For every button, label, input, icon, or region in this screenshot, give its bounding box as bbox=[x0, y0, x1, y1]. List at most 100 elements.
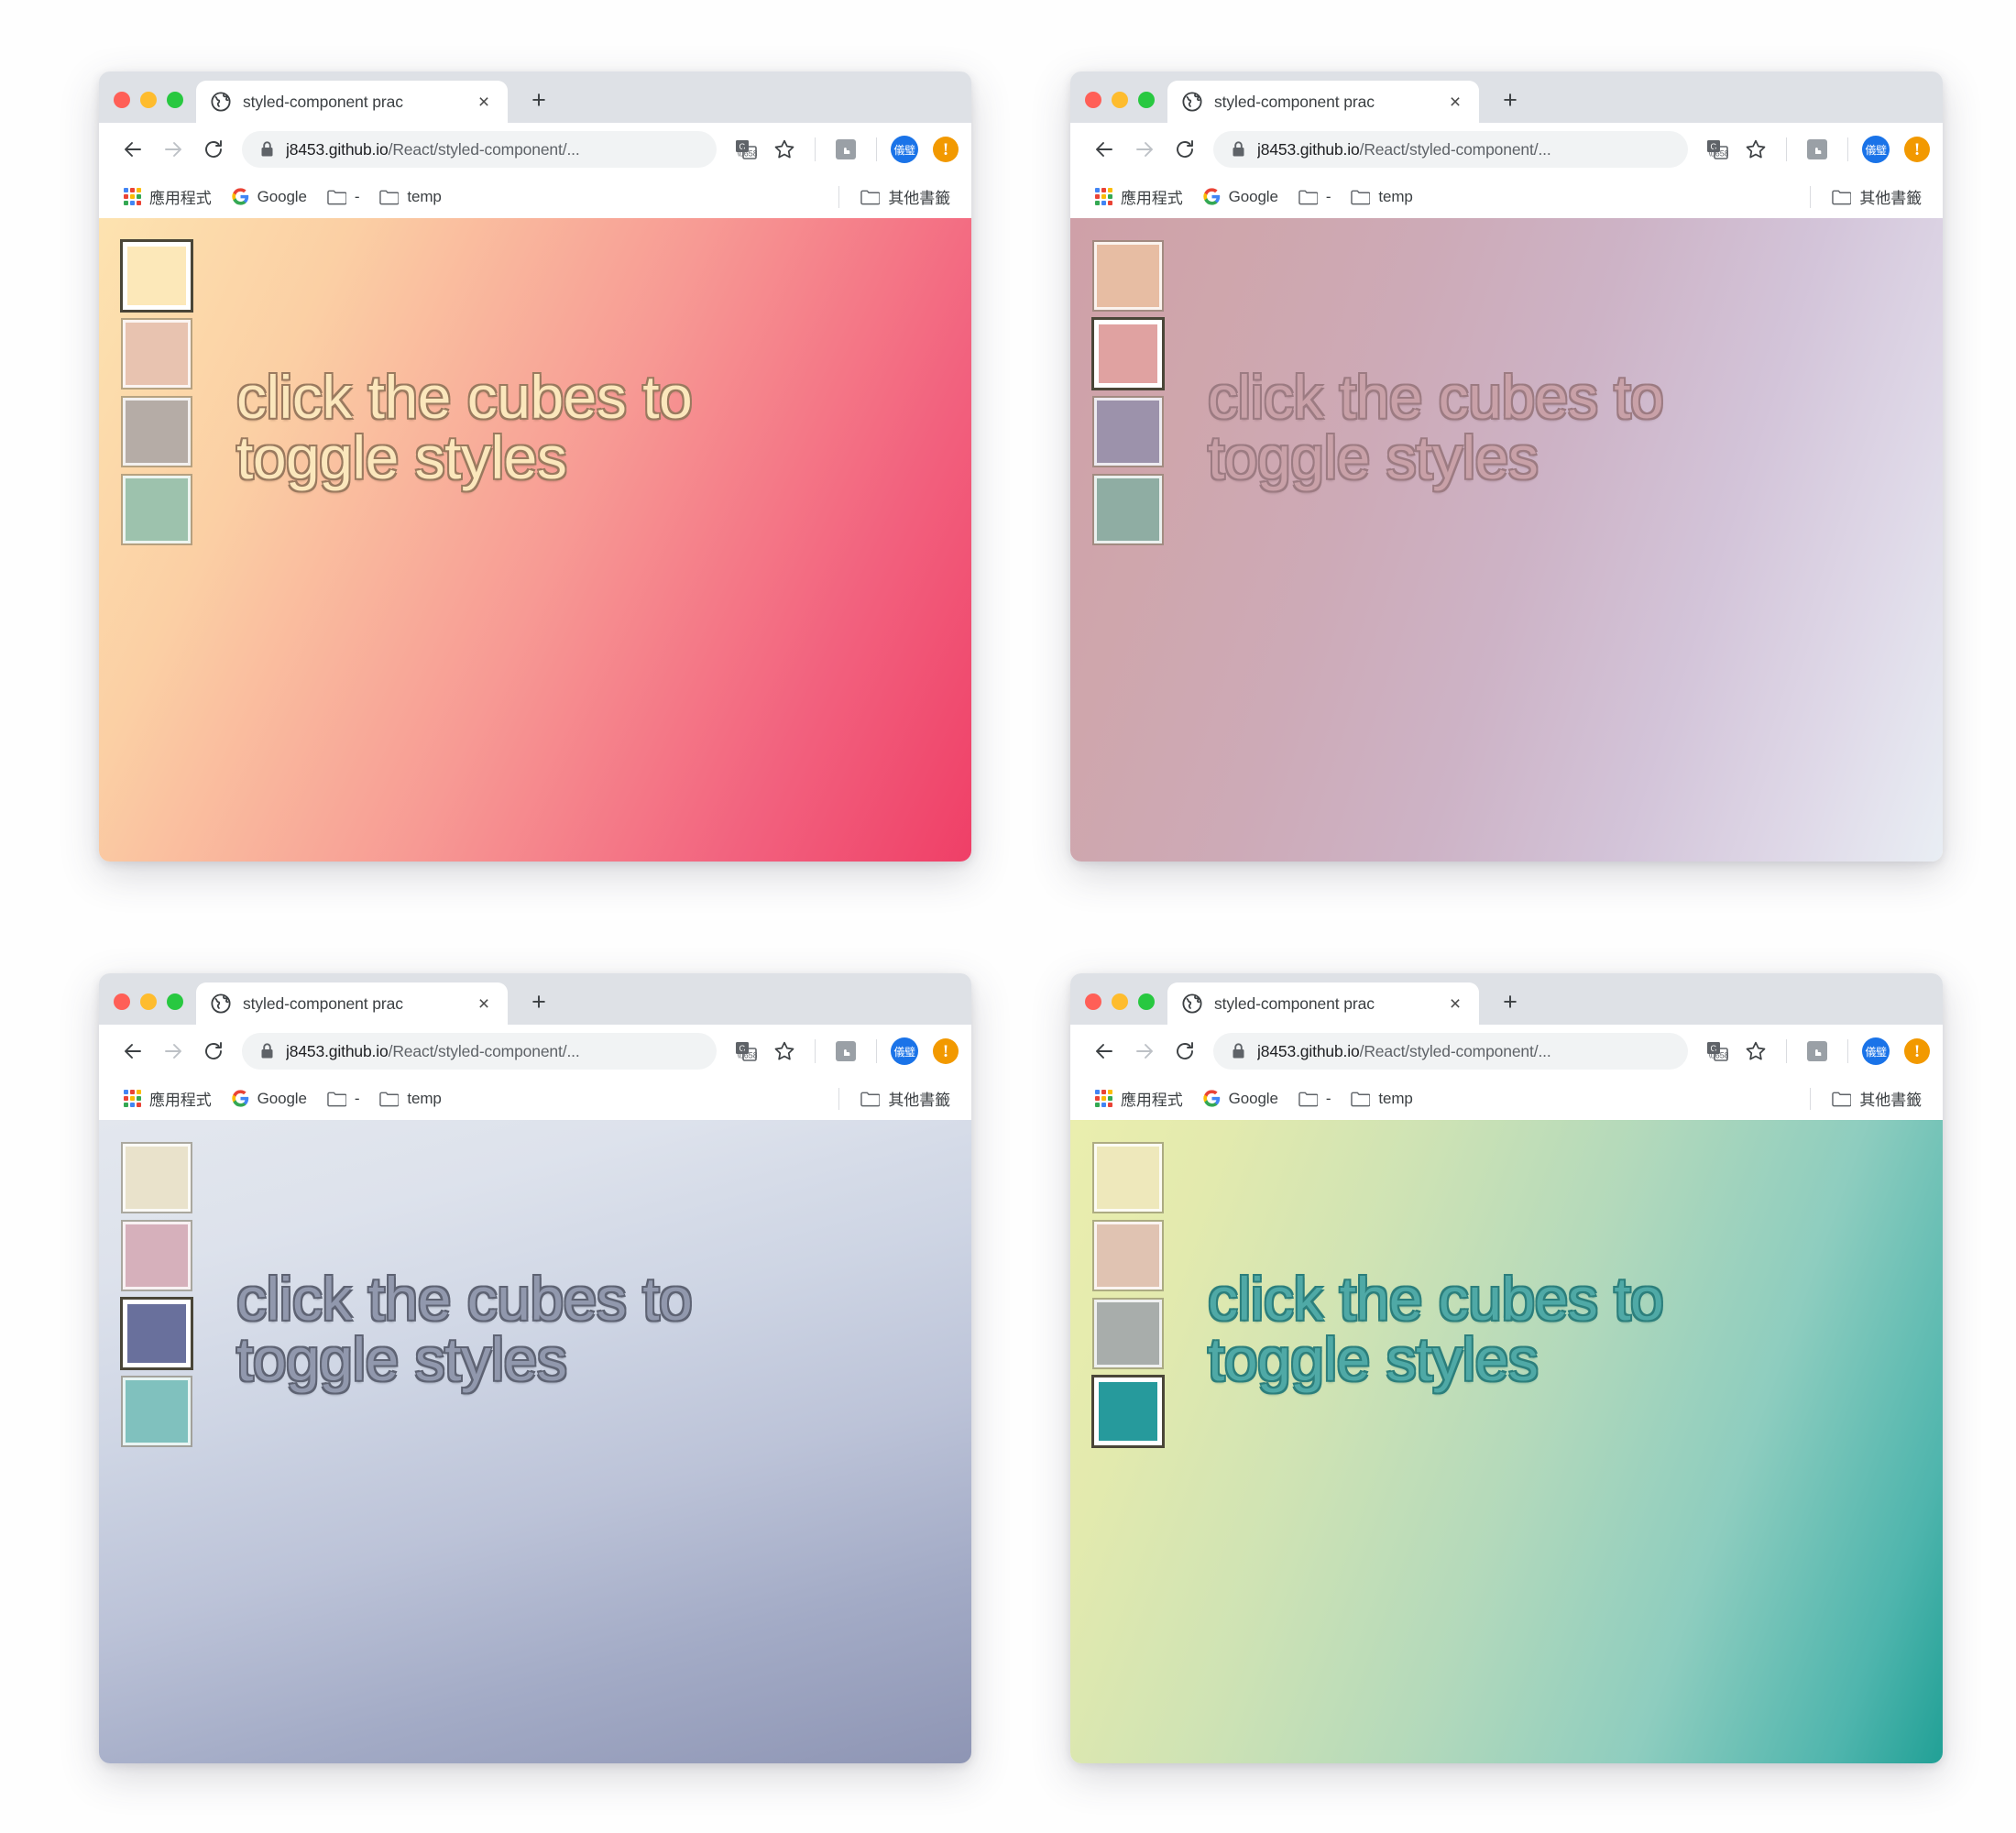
bookmark-other-bookmarks[interactable]: 其他書籤 bbox=[852, 1082, 959, 1114]
maximize-window-button[interactable] bbox=[167, 92, 183, 108]
reload-icon[interactable] bbox=[1167, 132, 1202, 167]
translate-icon[interactable]: G\u6587 bbox=[729, 1035, 762, 1068]
avatar[interactable]: 儀璧 bbox=[1862, 136, 1890, 163]
close-window-button[interactable] bbox=[1085, 993, 1101, 1010]
bookmarks-bar: 應用程式 Google - temp 其他書籤 bbox=[99, 176, 971, 218]
back-icon[interactable] bbox=[1087, 132, 1122, 167]
apps-grid-icon bbox=[1095, 188, 1112, 205]
cube-stone[interactable] bbox=[1092, 1298, 1164, 1369]
new-tab-button[interactable]: + bbox=[519, 982, 559, 1022]
forward-icon[interactable] bbox=[1127, 132, 1162, 167]
forward-icon[interactable] bbox=[1127, 1034, 1162, 1069]
close-icon[interactable]: × bbox=[1444, 993, 1466, 1015]
extension-icon[interactable] bbox=[829, 1035, 862, 1068]
bookmark-folder-temp[interactable]: temp bbox=[371, 1085, 449, 1113]
minimize-window-button[interactable] bbox=[140, 92, 157, 108]
bookmark-apps[interactable]: 應用程式 bbox=[1087, 1082, 1191, 1114]
browser-tab[interactable]: styled-component prac × bbox=[196, 982, 508, 1025]
bookmark-other-bookmarks[interactable]: 其他書籤 bbox=[1824, 181, 1930, 213]
bookmark-folder-temp[interactable]: temp bbox=[371, 183, 449, 211]
bookmark-folder-dash[interactable]: - bbox=[319, 183, 368, 211]
bookmark-star-icon[interactable] bbox=[768, 133, 801, 166]
bookmark-google[interactable]: Google bbox=[1195, 183, 1287, 211]
reload-icon[interactable] bbox=[196, 1034, 231, 1069]
cube-sage[interactable] bbox=[1092, 474, 1164, 545]
bookmark-folder-temp[interactable]: temp bbox=[1342, 1085, 1420, 1113]
forward-icon[interactable] bbox=[156, 132, 191, 167]
bookmark-apps[interactable]: 應用程式 bbox=[115, 1082, 220, 1114]
minimize-window-button[interactable] bbox=[1112, 92, 1128, 108]
close-window-button[interactable] bbox=[1085, 92, 1101, 108]
update-alert-badge[interactable]: ! bbox=[1904, 1038, 1930, 1064]
cube-pink[interactable] bbox=[121, 1220, 192, 1291]
cube-violet[interactable] bbox=[1092, 396, 1164, 467]
minimize-window-button[interactable] bbox=[140, 993, 157, 1010]
bookmark-folder-dash[interactable]: - bbox=[1290, 1085, 1340, 1113]
svg-text:\u6587: \u6587 bbox=[1708, 149, 1728, 159]
back-icon[interactable] bbox=[1087, 1034, 1122, 1069]
bookmark-apps[interactable]: 應用程式 bbox=[115, 181, 220, 213]
cube-peach[interactable] bbox=[1092, 240, 1164, 312]
bookmark-star-icon[interactable] bbox=[1739, 133, 1772, 166]
update-alert-badge[interactable]: ! bbox=[1904, 137, 1930, 162]
extension-icon[interactable] bbox=[1801, 1035, 1834, 1068]
bookmark-other-bookmarks[interactable]: 其他書籤 bbox=[852, 181, 959, 213]
cube-sage[interactable] bbox=[121, 474, 192, 545]
bookmark-folder-dash[interactable]: - bbox=[1290, 183, 1340, 211]
avatar[interactable]: 儀璧 bbox=[1862, 1037, 1890, 1065]
address-bar[interactable]: j8453.github.io/React/styled-component/.… bbox=[242, 131, 717, 168]
bookmark-star-icon[interactable] bbox=[1739, 1035, 1772, 1068]
bookmark-folder-temp[interactable]: temp bbox=[1342, 183, 1420, 211]
address-bar[interactable]: j8453.github.io/React/styled-component/.… bbox=[1213, 1033, 1688, 1070]
update-alert-badge[interactable]: ! bbox=[933, 1038, 959, 1064]
translate-icon[interactable]: G\u6587 bbox=[1701, 133, 1734, 166]
forward-icon[interactable] bbox=[156, 1034, 191, 1069]
browser-tab[interactable]: styled-component prac × bbox=[1167, 982, 1479, 1025]
cube-teal[interactable] bbox=[121, 1376, 192, 1447]
update-alert-badge[interactable]: ! bbox=[933, 137, 959, 162]
cube-sand[interactable] bbox=[1092, 1220, 1164, 1291]
extension-icon[interactable] bbox=[1801, 133, 1834, 166]
back-icon[interactable] bbox=[115, 132, 150, 167]
close-window-button[interactable] bbox=[114, 993, 130, 1010]
maximize-window-button[interactable] bbox=[167, 993, 183, 1010]
browser-tab[interactable]: styled-component prac × bbox=[196, 81, 508, 123]
bookmark-apps[interactable]: 應用程式 bbox=[1087, 181, 1191, 213]
new-tab-button[interactable]: + bbox=[1490, 80, 1530, 120]
cube-taupe[interactable] bbox=[121, 396, 192, 467]
translate-icon[interactable]: G\u6587 bbox=[729, 133, 762, 166]
close-icon[interactable]: × bbox=[1444, 91, 1466, 113]
cube-indigo[interactable] bbox=[120, 1297, 193, 1370]
bookmark-star-icon[interactable] bbox=[768, 1035, 801, 1068]
cube-cream[interactable] bbox=[120, 239, 193, 313]
cube-teal[interactable] bbox=[1091, 1375, 1165, 1448]
maximize-window-button[interactable] bbox=[1138, 92, 1155, 108]
cube-butter[interactable] bbox=[1092, 1142, 1164, 1213]
new-tab-button[interactable]: + bbox=[519, 80, 559, 120]
cube-ivory[interactable] bbox=[121, 1142, 192, 1213]
minimize-window-button[interactable] bbox=[1112, 993, 1128, 1010]
avatar[interactable]: 儀璧 bbox=[891, 136, 918, 163]
back-icon[interactable] bbox=[115, 1034, 150, 1069]
cube-rose[interactable] bbox=[1091, 317, 1165, 390]
maximize-window-button[interactable] bbox=[1138, 993, 1155, 1010]
new-tab-button[interactable]: + bbox=[1490, 982, 1530, 1022]
address-bar[interactable]: j8453.github.io/React/styled-component/.… bbox=[242, 1033, 717, 1070]
close-icon[interactable]: × bbox=[473, 91, 495, 113]
extension-icon[interactable] bbox=[829, 133, 862, 166]
bookmark-google[interactable]: Google bbox=[224, 183, 315, 211]
browser-tab[interactable]: styled-component prac × bbox=[1167, 81, 1479, 123]
cube-blush[interactable] bbox=[121, 318, 192, 390]
bookmark-folder-dash[interactable]: - bbox=[319, 1085, 368, 1113]
bookmark-google[interactable]: Google bbox=[1195, 1085, 1287, 1113]
window-controls bbox=[114, 993, 196, 1025]
close-window-button[interactable] bbox=[114, 92, 130, 108]
translate-icon[interactable]: G\u6587 bbox=[1701, 1035, 1734, 1068]
reload-icon[interactable] bbox=[1167, 1034, 1202, 1069]
bookmark-other-bookmarks[interactable]: 其他書籤 bbox=[1824, 1082, 1930, 1114]
avatar[interactable]: 儀璧 bbox=[891, 1037, 918, 1065]
reload-icon[interactable] bbox=[196, 132, 231, 167]
address-bar[interactable]: j8453.github.io/React/styled-component/.… bbox=[1213, 131, 1688, 168]
bookmark-google[interactable]: Google bbox=[224, 1085, 315, 1113]
close-icon[interactable]: × bbox=[473, 993, 495, 1015]
